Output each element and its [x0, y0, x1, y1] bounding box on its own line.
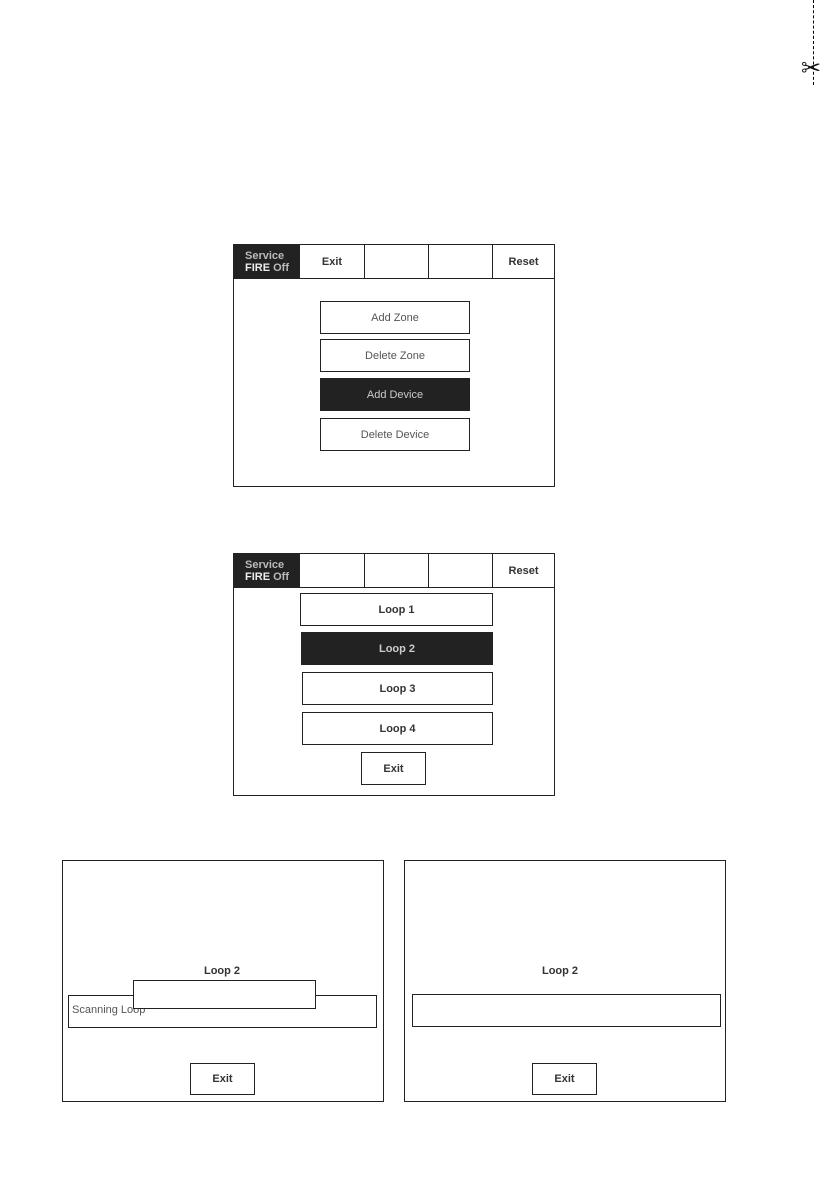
top-reset-label: Reset — [508, 255, 539, 268]
service-status-indicator: Service FIRE Off — [234, 245, 300, 278]
top-blank-button-2[interactable] — [365, 554, 429, 587]
service-status-indicator: Service FIRE Off — [234, 554, 300, 587]
add-zone-button[interactable]: Add Zone — [320, 301, 470, 334]
top-blank-button-1[interactable] — [300, 554, 365, 587]
loop-1-button[interactable]: Loop 1 — [300, 593, 493, 626]
loop-2-button[interactable]: Loop 2 — [301, 632, 493, 665]
loop-3-button[interactable]: Loop 3 — [302, 672, 493, 705]
fire-label: FIRE — [245, 571, 271, 583]
delete-device-button[interactable]: Delete Device — [320, 418, 470, 451]
service-menu-screen: Service FIRE Off Exit Reset Add Zone Del… — [233, 244, 555, 487]
add-device-button[interactable]: Add Device — [320, 378, 470, 411]
top-bar: Service FIRE Off Exit Reset — [234, 245, 554, 279]
loop-title: Loop 2 — [541, 965, 579, 977]
top-reset-button[interactable]: Reset — [493, 554, 554, 587]
fire-off-status: FIRE Off — [245, 262, 300, 274]
result-field — [412, 994, 721, 1027]
exit-button[interactable]: Exit — [190, 1063, 255, 1095]
top-exit-button[interactable]: Exit — [300, 245, 365, 278]
top-exit-label: Exit — [321, 255, 343, 268]
delete-zone-button[interactable]: Delete Zone — [320, 339, 470, 372]
fire-off-status: FIRE Off — [245, 571, 300, 583]
loop-title: Loop 2 — [203, 965, 241, 977]
exit-button[interactable]: Exit — [532, 1063, 597, 1095]
top-blank-button-3[interactable] — [429, 554, 493, 587]
exit-button[interactable]: Exit — [361, 752, 426, 785]
scissors-icon: ✂ — [801, 54, 822, 82]
off-label: Off — [273, 262, 290, 274]
loop-result-screen: Loop 2 Exit — [404, 860, 726, 1102]
top-bar: Service FIRE Off Reset — [234, 554, 554, 588]
progress-box — [133, 980, 316, 1009]
top-reset-label: Reset — [508, 564, 539, 577]
service-status-label: Service — [245, 250, 285, 262]
loop-select-screen: Service FIRE Off Reset Loop 1 Loop 2 Loo… — [233, 553, 555, 796]
off-label: Off — [273, 571, 290, 583]
scanning-loop-screen: Loop 2 Scanning Loop Exit — [62, 860, 384, 1102]
top-blank-button-1[interactable] — [365, 245, 429, 278]
top-reset-button[interactable]: Reset — [493, 245, 554, 278]
top-blank-button-2[interactable] — [429, 245, 493, 278]
fire-label: FIRE — [245, 262, 271, 274]
service-status-label: Service — [245, 559, 285, 571]
loop-4-button[interactable]: Loop 4 — [302, 712, 493, 745]
